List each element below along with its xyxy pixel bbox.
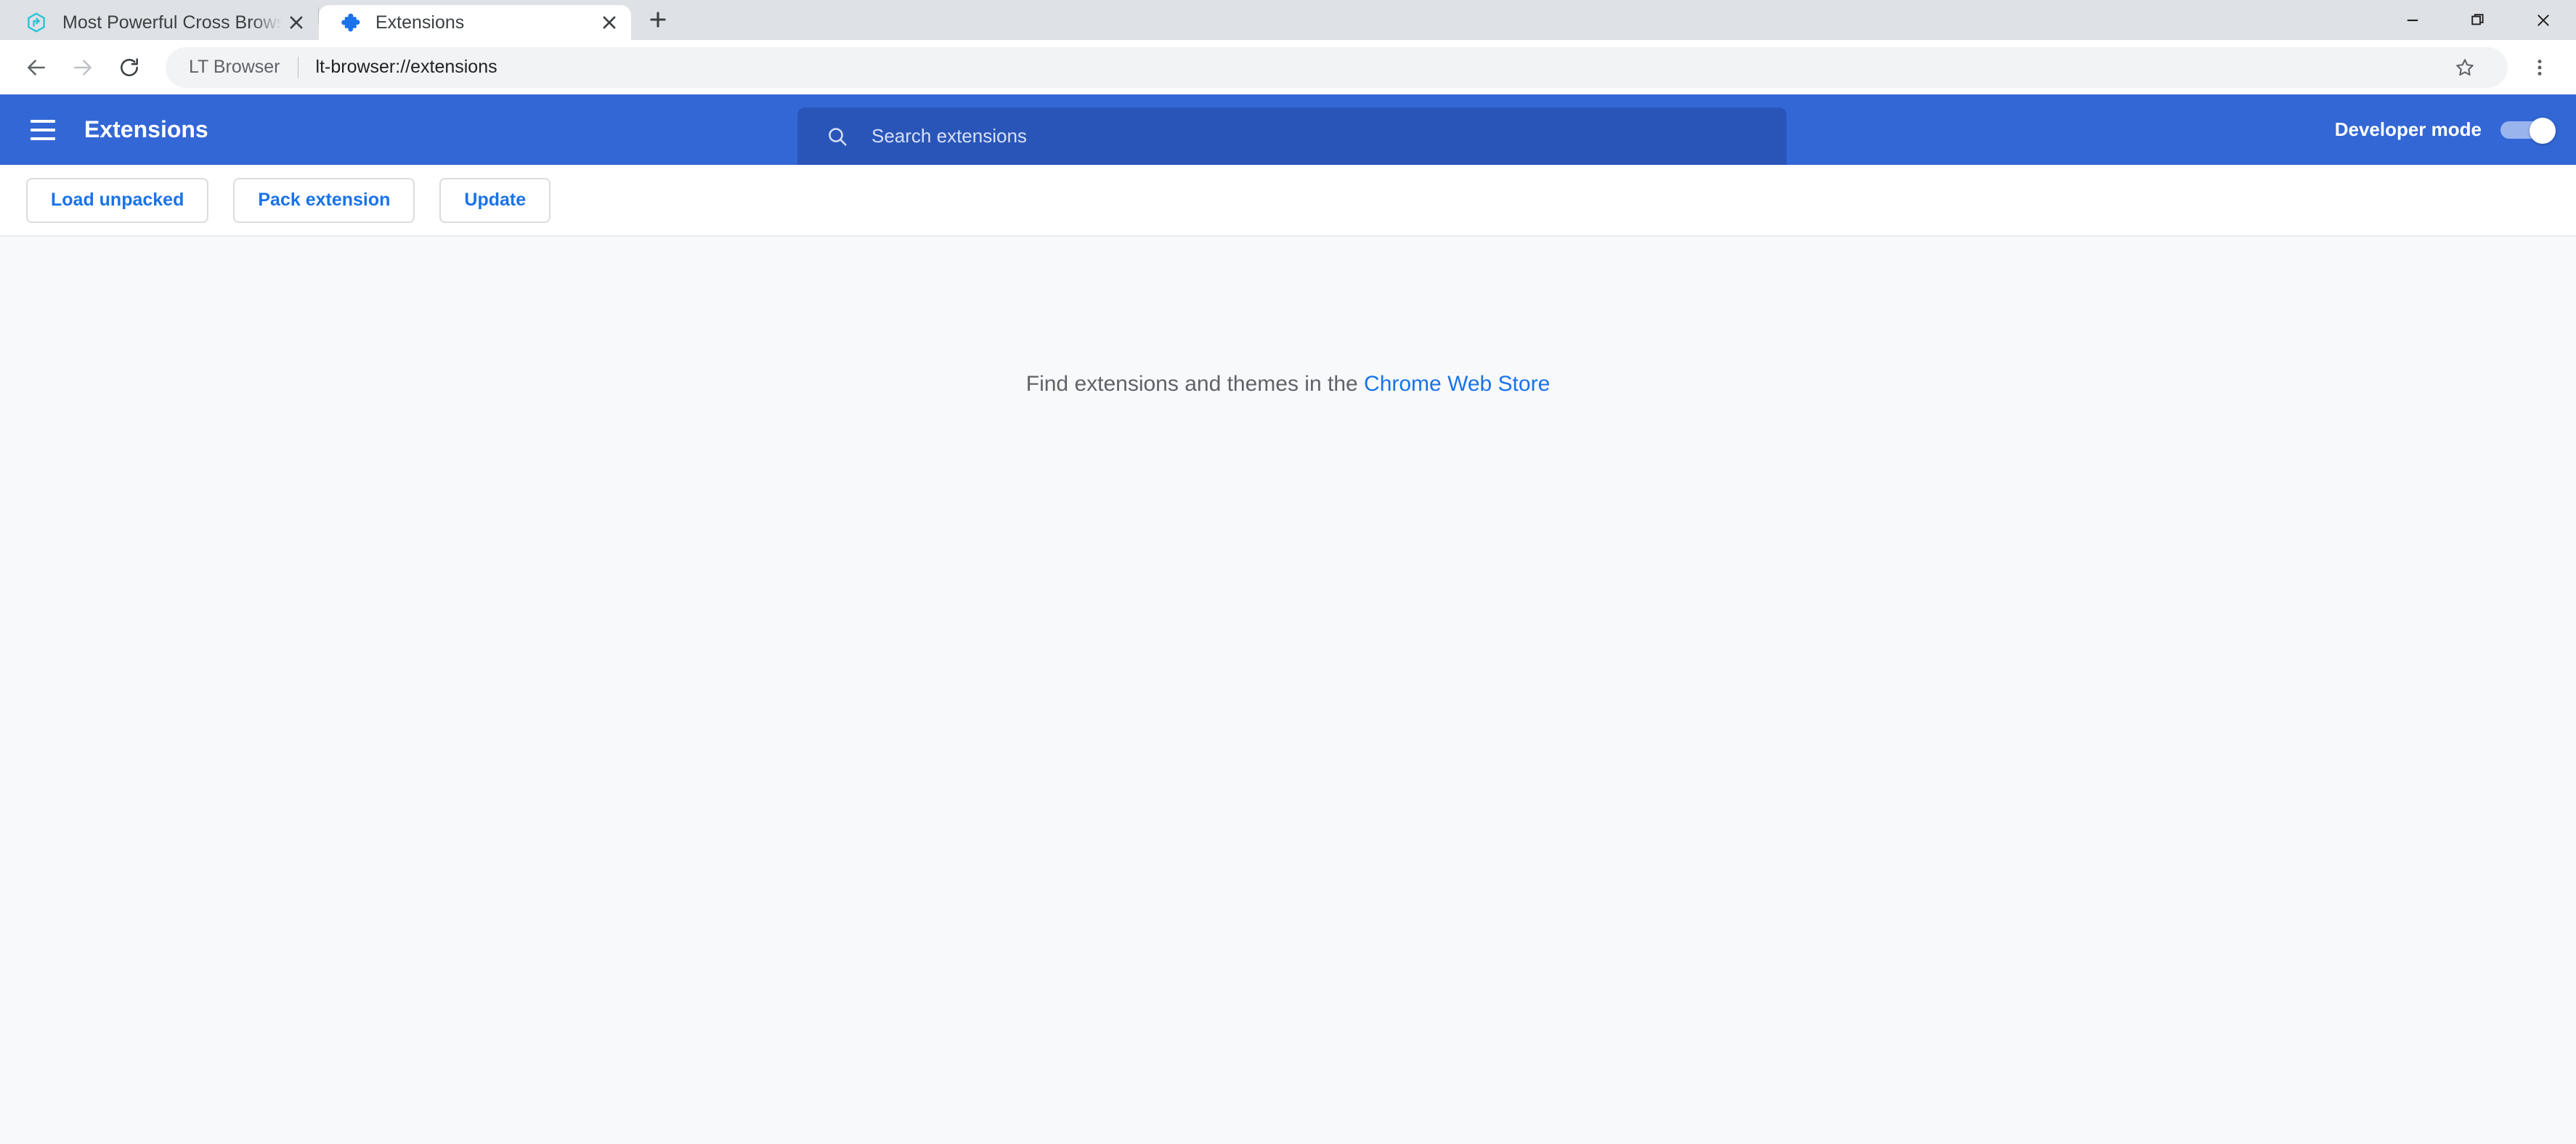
page-title: Extensions bbox=[84, 116, 208, 142]
address-bar-url: lt-browser://extensions bbox=[315, 57, 497, 77]
hamburger-menu-icon[interactable] bbox=[23, 110, 62, 150]
load-unpacked-button[interactable]: Load unpacked bbox=[26, 177, 209, 223]
browser-navigation-toolbar: LT Browser lt-browser://extensions bbox=[0, 40, 2576, 94]
forward-button[interactable] bbox=[60, 44, 106, 91]
back-arrow-icon bbox=[28, 59, 45, 76]
tab-title: Most Powerful Cross Browser Tes bbox=[62, 12, 282, 33]
extensions-page: Extensions Search extensions Developer m… bbox=[0, 94, 2576, 1144]
search-extensions-input[interactable]: Search extensions bbox=[797, 107, 1787, 165]
puzzle-piece-icon bbox=[336, 9, 362, 36]
minimize-icon bbox=[2407, 19, 2418, 21]
plus-icon bbox=[650, 12, 666, 28]
reload-icon bbox=[121, 57, 138, 76]
window-controls bbox=[2380, 0, 2576, 40]
lambdatest-logo-icon bbox=[23, 9, 49, 36]
empty-state-message: Find extensions and themes in the Chrome… bbox=[1026, 372, 1551, 1144]
back-button[interactable] bbox=[13, 44, 60, 91]
extensions-header: Extensions Search extensions Developer m… bbox=[0, 94, 2576, 165]
forward-arrow-icon bbox=[74, 59, 92, 76]
update-button[interactable]: Update bbox=[439, 177, 551, 223]
extensions-content-area: Find extensions and themes in the Chrome… bbox=[0, 237, 2576, 1144]
toggle-knob bbox=[2530, 117, 2556, 144]
developer-mode-label: Developer mode bbox=[2334, 118, 2482, 140]
pack-extension-button[interactable]: Pack extension bbox=[233, 177, 415, 223]
developer-mode-toggle[interactable] bbox=[2500, 117, 2556, 144]
browser-tab-extensions[interactable]: Extensions bbox=[319, 5, 631, 40]
minimize-window-button[interactable] bbox=[2380, 0, 2445, 40]
address-bar[interactable]: LT Browser lt-browser://extensions bbox=[166, 46, 2508, 88]
empty-state-text: Find extensions and themes in the bbox=[1025, 372, 1365, 396]
developer-mode-control: Developer mode bbox=[2335, 94, 2556, 165]
browser-tab-lambdatest[interactable]: Most Powerful Cross Browser Tes bbox=[6, 5, 318, 40]
reload-button[interactable] bbox=[106, 44, 153, 91]
search-placeholder: Search extensions bbox=[871, 125, 1027, 147]
restore-window-button[interactable] bbox=[2445, 0, 2511, 40]
chrome-web-store-link[interactable]: Chrome Web Store bbox=[1364, 372, 1550, 396]
search-icon bbox=[825, 124, 850, 149]
restore-icon bbox=[2471, 13, 2484, 25]
close-window-button[interactable] bbox=[2511, 0, 2576, 40]
browser-tab-strip: Most Powerful Cross Browser Tes Extensio… bbox=[0, 0, 2576, 40]
bookmark-star-icon[interactable] bbox=[2445, 48, 2484, 87]
three-dot-menu-icon bbox=[2538, 59, 2542, 76]
close-tab-icon[interactable] bbox=[595, 8, 624, 37]
extensions-action-toolbar: Load unpacked Pack extension Update bbox=[0, 165, 2576, 237]
address-bar-brand: LT Browser bbox=[189, 57, 280, 77]
close-icon bbox=[2538, 14, 2549, 26]
browser-menu-button[interactable] bbox=[2516, 44, 2563, 91]
close-tab-icon[interactable] bbox=[282, 8, 311, 37]
tab-title: Extensions bbox=[375, 12, 465, 33]
new-tab-button[interactable] bbox=[635, 0, 680, 40]
